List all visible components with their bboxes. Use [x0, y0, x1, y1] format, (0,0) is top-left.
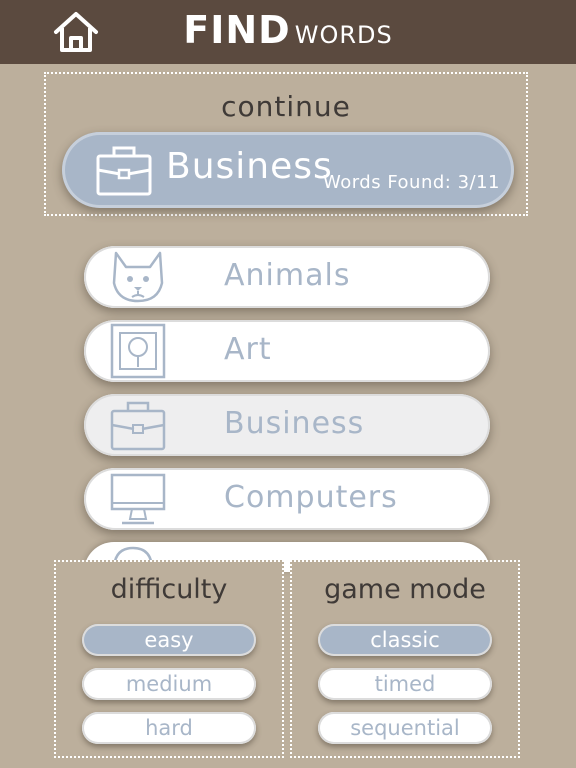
game-mode-title: game mode [324, 574, 486, 605]
difficulty-easy-button[interactable]: easy [82, 624, 256, 656]
category-business[interactable]: Business [84, 394, 490, 456]
words-found-progress: Words Found: 3/11 [322, 172, 500, 193]
mode-sequential-button[interactable]: sequential [318, 712, 492, 744]
category-label: Business [224, 406, 365, 441]
title-find: FIND [183, 8, 291, 52]
difficulty-medium-button[interactable]: medium [82, 668, 256, 700]
category-label: Animals [224, 258, 351, 293]
difficulty-hard-button[interactable]: hard [82, 712, 256, 744]
category-animals[interactable]: Animals [84, 246, 490, 308]
category-computers[interactable]: Computers [84, 468, 490, 530]
continue-label: continue [221, 90, 351, 123]
mode-timed-button[interactable]: timed [318, 668, 492, 700]
game-mode-panel: game mode classic timed sequential [290, 560, 520, 758]
mode-classic-button[interactable]: classic [318, 624, 492, 656]
continue-category-name: Business [166, 146, 333, 187]
difficulty-panel: difficulty easy medium hard [54, 560, 284, 758]
cat-face-icon [112, 251, 164, 303]
computer-monitor-icon [110, 473, 166, 525]
briefcase-icon [96, 146, 152, 196]
framed-picture-icon [110, 323, 166, 379]
category-label: Computers [224, 480, 398, 515]
top-bar: FIND WORDS [0, 0, 576, 64]
difficulty-title: difficulty [110, 574, 228, 605]
continue-button[interactable]: Business Words Found: 3/11 [62, 132, 514, 208]
category-label: Art [224, 332, 272, 367]
continue-section: continue Business Words Found: 3/11 [44, 72, 528, 216]
category-art[interactable]: Art [84, 320, 490, 382]
app-title: FIND WORDS [0, 0, 576, 64]
briefcase-icon [110, 401, 166, 451]
title-words: WORDS [294, 21, 393, 49]
